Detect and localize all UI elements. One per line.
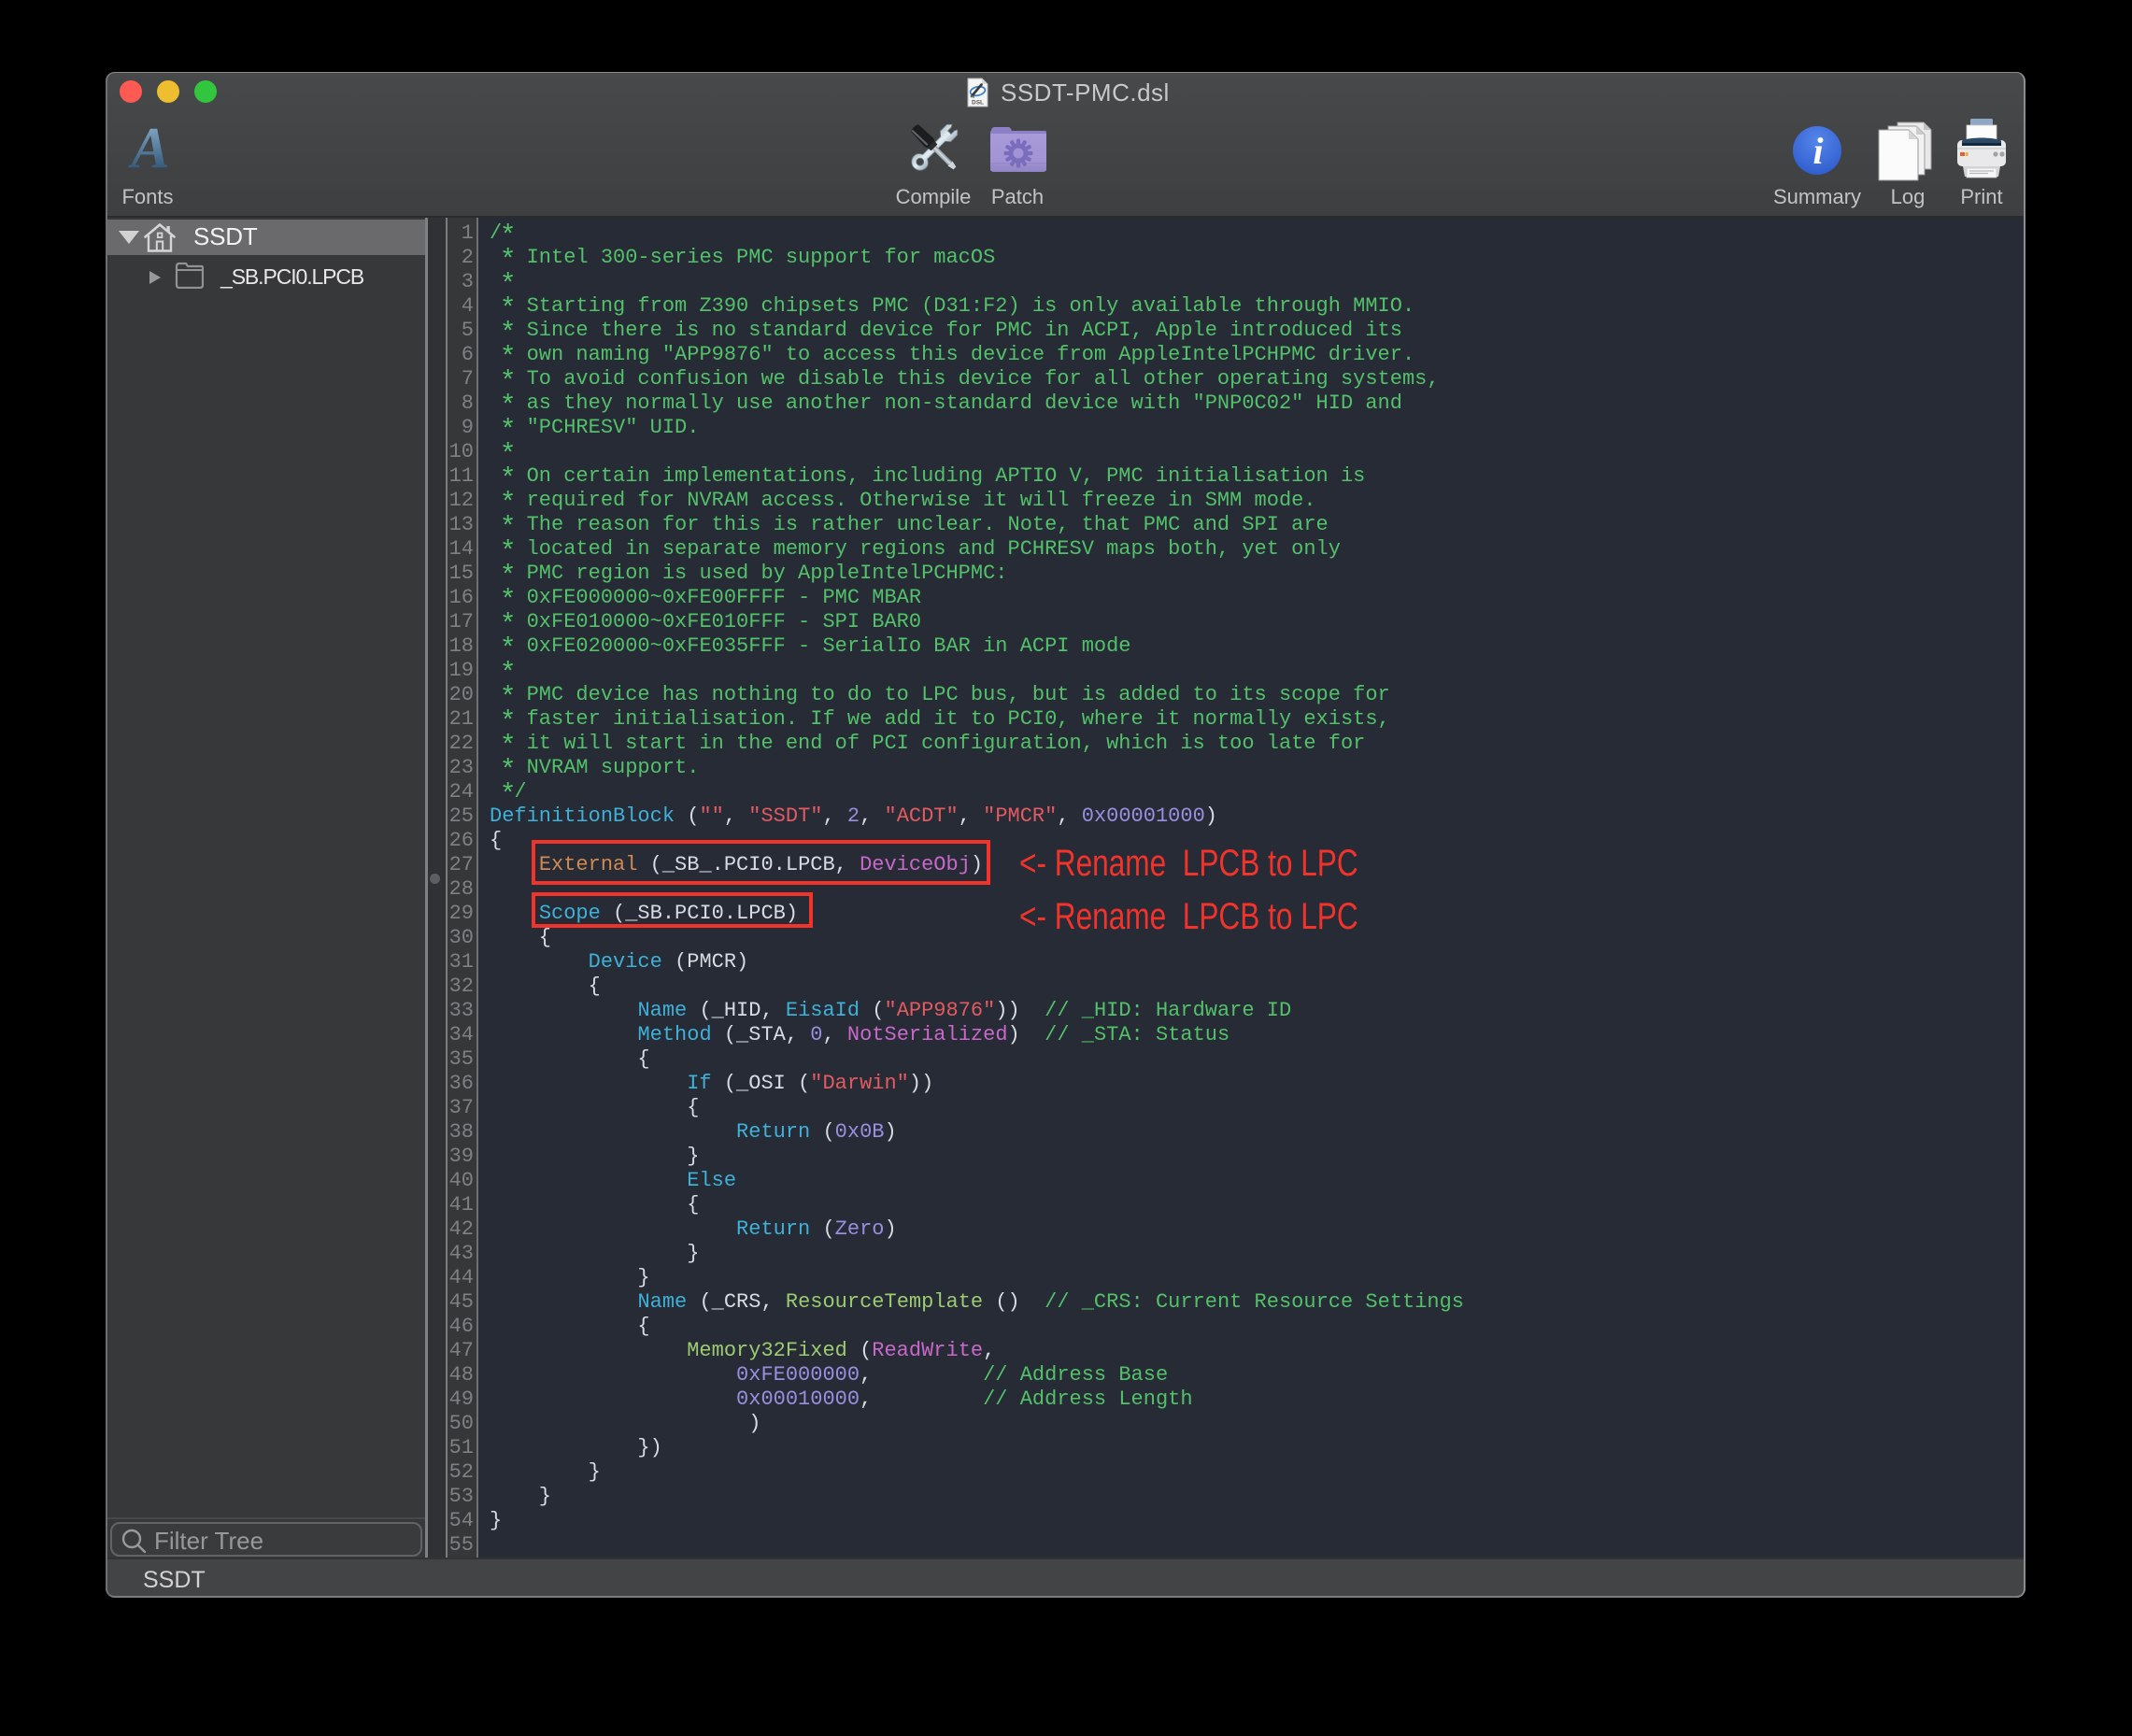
svg-text:DSL: DSL bbox=[972, 100, 984, 107]
svg-text:i: i bbox=[1812, 130, 1823, 172]
